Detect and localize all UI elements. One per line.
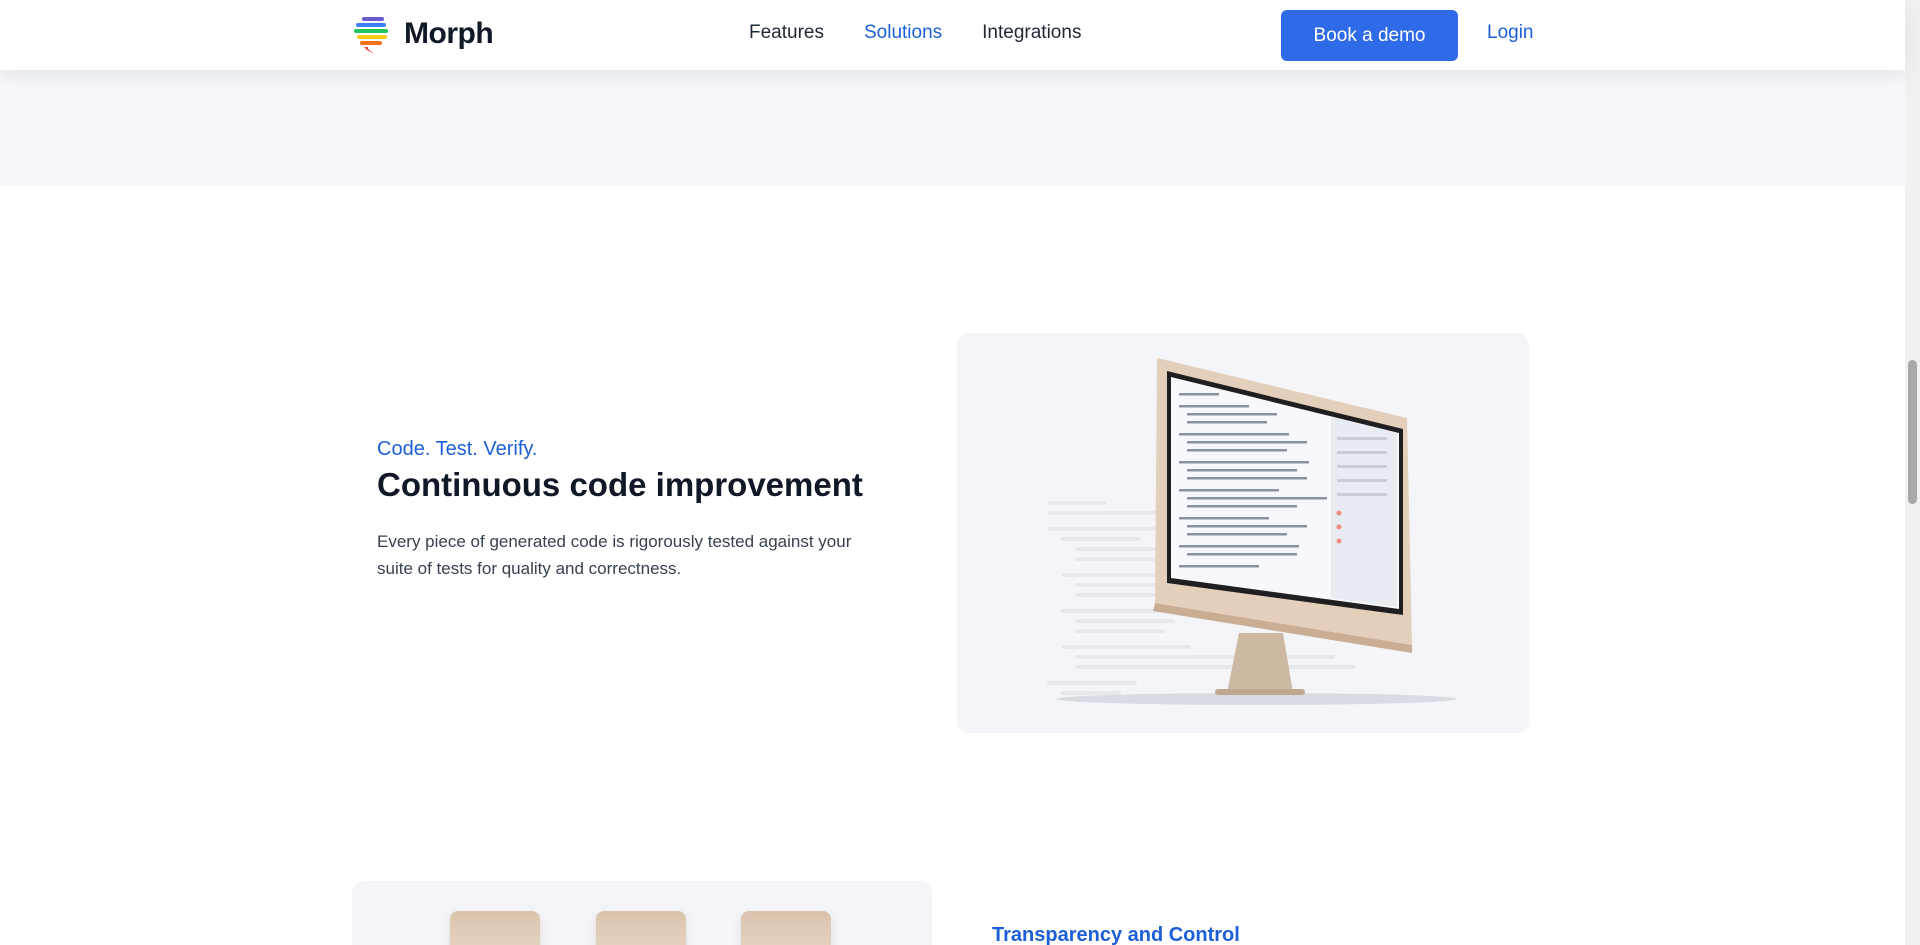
tile-3 bbox=[741, 911, 831, 945]
nav-features[interactable]: Features bbox=[749, 22, 824, 44]
site-header: Morph Features Solutions Integrations Bo… bbox=[0, 0, 1905, 70]
transparency-image bbox=[352, 881, 932, 945]
rainbow-tornado-icon bbox=[354, 17, 388, 53]
page-scrollbar[interactable] bbox=[1905, 0, 1920, 945]
brand-logo[interactable]: Morph bbox=[352, 14, 494, 54]
transparency-eyebrow: Transparency and Control bbox=[992, 924, 1240, 945]
tile-2 bbox=[596, 911, 686, 945]
login-link[interactable]: Login bbox=[1487, 22, 1534, 44]
desktop-monitor-with-code-icon bbox=[1047, 358, 1457, 705]
brand-name: Morph bbox=[404, 17, 494, 50]
book-demo-button[interactable]: Book a demo bbox=[1281, 10, 1458, 61]
main-nav: Features Solutions Integrations bbox=[749, 22, 1081, 44]
tile-1 bbox=[450, 911, 540, 945]
scrollbar-thumb[interactable] bbox=[1908, 360, 1917, 504]
feature-eyebrow: Code. Test. Verify. bbox=[377, 438, 538, 460]
nav-integrations[interactable]: Integrations bbox=[982, 22, 1081, 44]
top-band bbox=[0, 70, 1905, 186]
feature-title: Continuous code improvement bbox=[377, 466, 863, 503]
page: Morph Features Solutions Integrations Bo… bbox=[0, 0, 1920, 945]
nav-solutions[interactable]: Solutions bbox=[864, 22, 942, 44]
feature-image bbox=[957, 333, 1529, 733]
feature-description: Every piece of generated code is rigorou… bbox=[377, 532, 852, 578]
